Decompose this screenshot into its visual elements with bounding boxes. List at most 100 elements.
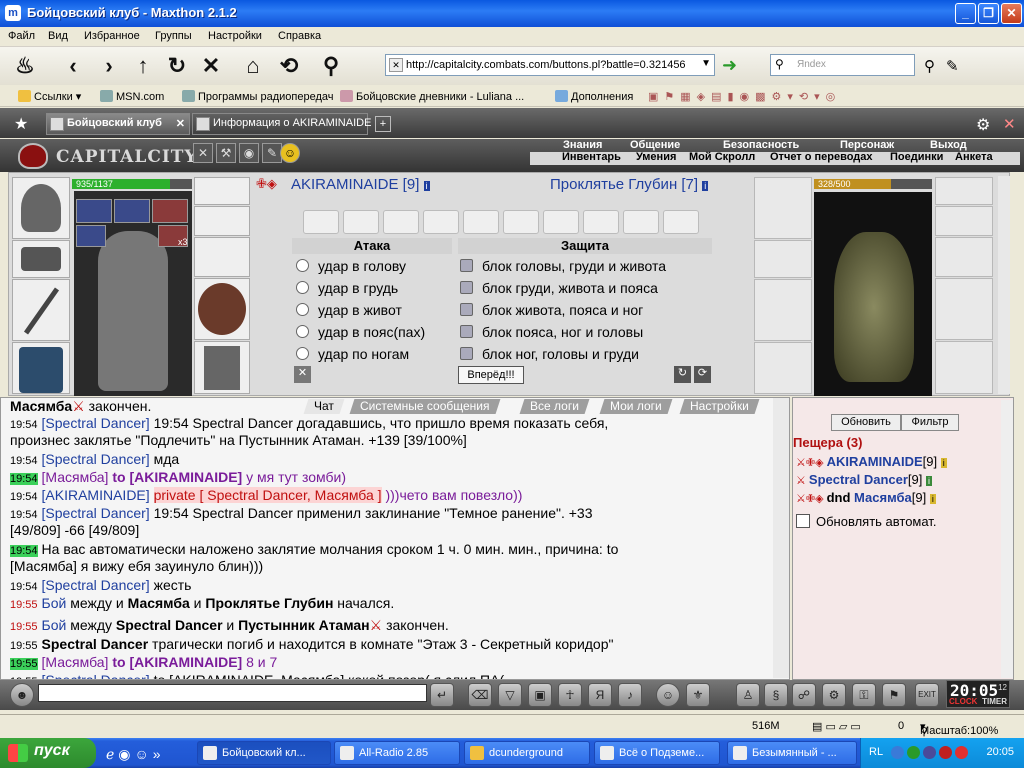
- nav-skills[interactable]: Умения: [636, 151, 676, 163]
- attack-option[interactable]: удар в пояс(пах): [296, 324, 425, 340]
- home-icon[interactable]: ⌂: [240, 53, 266, 79]
- dance-icon[interactable]: ☥: [558, 683, 582, 707]
- heart-icon[interactable]: [955, 746, 968, 759]
- attack-option[interactable]: удар в грудь: [296, 280, 398, 296]
- helmet-slot[interactable]: [12, 177, 70, 239]
- chevron-down-icon[interactable]: ▼: [701, 58, 711, 69]
- radio-button[interactable]: [460, 281, 473, 294]
- search-icon[interactable]: ⚲: [318, 53, 344, 79]
- task-fightclub[interactable]: Бойцовский кл...: [197, 741, 331, 765]
- refresh-button[interactable]: Обновить: [831, 414, 901, 431]
- zoom-control[interactable]: ⚲ Масштаб:100% ▾: [920, 720, 998, 738]
- gloves-slot[interactable]: [194, 237, 250, 277]
- language-indicator[interactable]: RL: [869, 746, 883, 758]
- close-button[interactable]: ✕: [1001, 3, 1022, 24]
- attack-option[interactable]: удар по ногам: [296, 346, 409, 362]
- block-option[interactable]: блок пояса, ног и головы: [460, 324, 643, 340]
- boots-slot[interactable]: [194, 341, 250, 394]
- info-icon[interactable]: i: [926, 476, 933, 486]
- bookmark-diaries[interactable]: Бойцовские дневники - Luliana ...: [340, 90, 524, 103]
- shield-slot[interactable]: [194, 278, 250, 340]
- clan-icon[interactable]: ⚜: [686, 683, 710, 707]
- translit-icon[interactable]: Я: [588, 683, 612, 707]
- tab-my-logs[interactable]: Мои логи: [599, 399, 673, 414]
- attack-option[interactable]: удар в голову: [296, 258, 406, 274]
- flag-icon[interactable]: ⚑: [882, 683, 906, 707]
- armor-slot[interactable]: [12, 342, 70, 394]
- exit-icon[interactable]: EXIT: [915, 683, 939, 707]
- tab-close-icon[interactable]: ✕: [176, 117, 185, 130]
- empty-scroll-slot[interactable]: [623, 210, 659, 234]
- battle-scrollbar[interactable]: [998, 176, 1010, 394]
- clock-label[interactable]: CLOCK: [949, 697, 977, 706]
- tab-info[interactable]: Информация о AKIRAMINAIDE: [192, 113, 371, 135]
- weapon-slot[interactable]: [12, 279, 70, 341]
- menu-file[interactable]: Файл: [8, 30, 35, 42]
- task-dcunderground[interactable]: dcunderground: [464, 741, 590, 765]
- lock-icon[interactable]: ⚿: [852, 683, 876, 707]
- back-icon[interactable]: ‹: [60, 53, 86, 79]
- menu-groups[interactable]: Группы: [155, 30, 192, 42]
- menu-favorites[interactable]: Избранное: [84, 30, 140, 42]
- player-name[interactable]: AKIRAMINAIDE [9] i: [291, 176, 430, 193]
- timer-label[interactable]: TIMER: [982, 697, 1007, 706]
- menu-settings[interactable]: Настройки: [208, 30, 262, 42]
- maximize-button[interactable]: ❐: [978, 3, 999, 24]
- search-engine-icon[interactable]: ⚲: [775, 57, 784, 71]
- quicklaunch-icons[interactable]: ℯ◉☺»: [106, 746, 165, 763]
- radio-button[interactable]: [296, 325, 309, 338]
- task-paint[interactable]: Безымянный - ...: [727, 741, 857, 765]
- refresh-icon[interactable]: ↻: [674, 366, 691, 383]
- cancel-icon[interactable]: ✕: [294, 366, 311, 383]
- address-bar[interactable]: ✕ http://capitalcity.combats.com/buttons…: [385, 54, 715, 76]
- panel-scrollbar[interactable]: [1001, 400, 1013, 678]
- empty-scroll-slot[interactable]: [583, 210, 619, 234]
- player-list-item[interactable]: ⚔✙◈ dnd Масямба[9] i: [796, 490, 936, 505]
- empty-scroll-slot[interactable]: [663, 210, 699, 234]
- nav-knowledge[interactable]: Знания: [563, 139, 602, 151]
- tab-fightclub[interactable]: Бойцовский клуб ✕: [46, 113, 190, 135]
- info-icon[interactable]: i: [929, 494, 936, 504]
- tab-all-logs[interactable]: Все логи: [519, 399, 590, 414]
- start-button[interactable]: пуск: [0, 738, 96, 768]
- star-icon[interactable]: ★: [14, 114, 28, 134]
- scroll-icon[interactable]: §: [764, 683, 788, 707]
- scroll-icon[interactable]: [114, 199, 150, 223]
- bracer-slot[interactable]: [12, 240, 70, 278]
- radio-button[interactable]: [296, 259, 309, 272]
- nav-inventory[interactable]: Инвентарь: [562, 151, 621, 163]
- auto-icon[interactable]: ⟳: [694, 366, 711, 383]
- search-box[interactable]: ⚲ Яndex: [770, 54, 915, 76]
- nav-duels[interactable]: Поединки: [890, 151, 943, 163]
- nav-exit[interactable]: Выход: [930, 139, 967, 151]
- scroll-icon[interactable]: [152, 199, 188, 223]
- earring-slot[interactable]: [194, 177, 250, 205]
- radio-button[interactable]: [460, 325, 473, 338]
- swords-icon[interactable]: ✕: [193, 143, 213, 163]
- scroll-icon[interactable]: [76, 225, 106, 247]
- tray-icon[interactable]: [907, 746, 920, 759]
- user-icon[interactable]: ☻: [10, 683, 34, 707]
- empty-scroll-slot[interactable]: [303, 210, 339, 234]
- address-input[interactable]: http://capitalcity.combats.com/buttons.p…: [406, 59, 691, 71]
- filter-button[interactable]: Фильтр: [901, 414, 959, 431]
- player-list-item[interactable]: ⚔✙◈ AKIRAMINAIDE[9] i: [796, 454, 947, 469]
- menu-help[interactable]: Справка: [278, 30, 321, 42]
- info-icon[interactable]: i: [702, 181, 709, 191]
- feather-icon[interactable]: ✎: [262, 143, 282, 163]
- history-icon[interactable]: ⟲: [276, 53, 302, 79]
- radio-button[interactable]: [460, 347, 473, 360]
- addon-icons-row[interactable]: ▣⚑▦◈▤▮◉▩⚙▾⟲▾◎: [648, 90, 841, 103]
- go-icon[interactable]: ➜: [722, 55, 746, 75]
- search-go-icon[interactable]: ⚲: [924, 57, 935, 75]
- player-name[interactable]: Spectral Dancer: [809, 472, 908, 487]
- nav-security[interactable]: Безопасность: [723, 139, 799, 151]
- auto-refresh-row[interactable]: Обновлять автомат.: [796, 514, 936, 529]
- sound-icon[interactable]: ♪: [618, 683, 642, 707]
- stop-icon[interactable]: ✕: [198, 53, 224, 79]
- status-icons[interactable]: ▤ ▭ ▱ ▭: [812, 720, 861, 733]
- nav-communication[interactable]: Общение: [630, 139, 680, 151]
- tray-icon[interactable]: [939, 746, 952, 759]
- chat-scrollbar[interactable]: [773, 398, 789, 678]
- settings-icon[interactable]: ⚙: [822, 683, 846, 707]
